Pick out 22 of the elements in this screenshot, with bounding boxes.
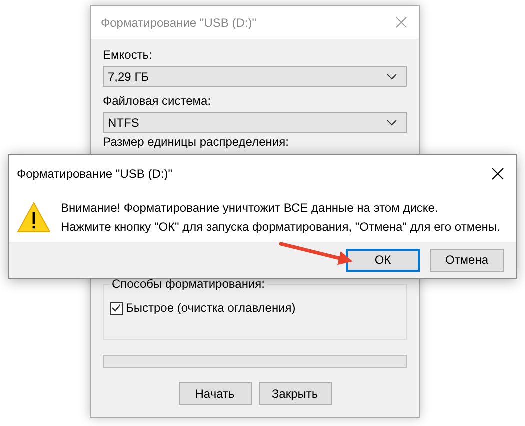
message-text: Нажмите кнопку "ОК" для запуска форматирования, "Отмена" для его отмены. [61, 220, 500, 234]
message-title: Форматирование "USB (D:)" [17, 167, 172, 181]
chevron-icon [387, 120, 397, 126]
checkmark-icon [112, 304, 121, 312]
dropdown[interactable]: 7,29 ГБ [103, 66, 407, 87]
window-title: Форматирование "USB (D:)" [101, 16, 256, 30]
dropdown[interactable]: NTFS [103, 112, 407, 133]
close-icon [396, 17, 407, 28]
group-title: Способы форматирования: [110, 278, 267, 291]
checkbox-label: Быстрое (очистка оглавления) [126, 301, 296, 315]
warning-icon [17, 202, 51, 233]
checkbox[interactable] [110, 302, 123, 314]
field-label: Емкость: [103, 48, 154, 62]
field-label: Размер единицы распределения: [103, 135, 290, 149]
dialog-button[interactable]: Отмена [430, 248, 504, 272]
dialog-button[interactable]: Начать [178, 382, 252, 405]
message-text: Внимание! Форматирование уничтожит ВСЕ данные на этом диске. [61, 201, 440, 215]
chevron-icon [387, 74, 397, 80]
field-label: Файловая система: [103, 94, 212, 108]
dialog-button[interactable]: ОК [346, 248, 420, 272]
close-icon [492, 168, 504, 180]
dialog-button[interactable]: Закрыть [258, 382, 332, 405]
